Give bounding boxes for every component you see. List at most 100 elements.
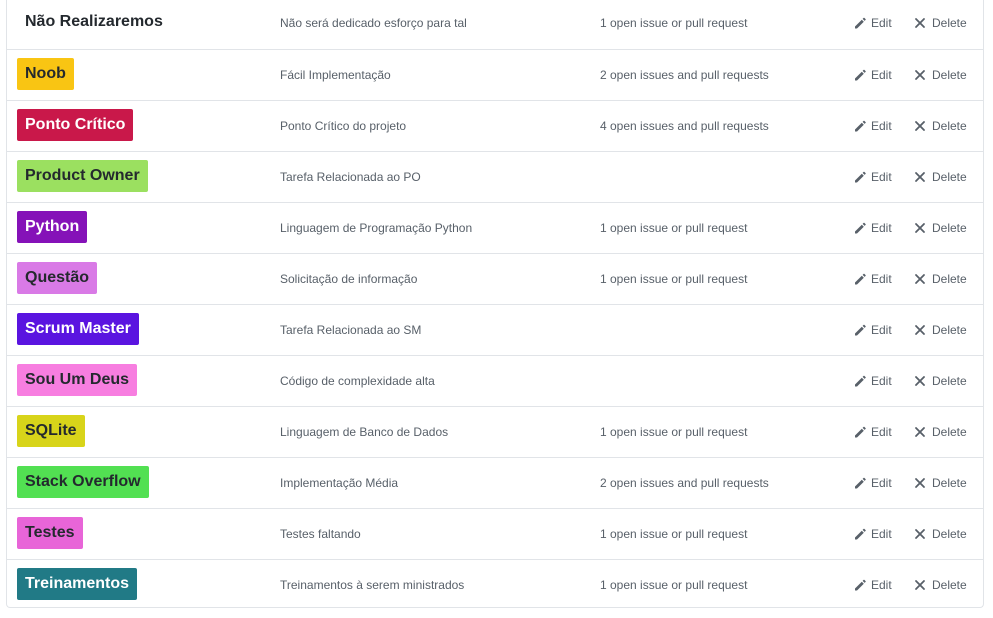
- edit-button[interactable]: Edit: [853, 372, 892, 390]
- edit-button[interactable]: Edit: [853, 474, 892, 492]
- delete-label: Delete: [932, 323, 967, 337]
- x-icon: [913, 476, 927, 490]
- delete-label: Delete: [932, 16, 967, 30]
- label-description: Tarefa Relacionada ao PO: [280, 170, 421, 184]
- delete-button[interactable]: Delete: [913, 474, 967, 492]
- label-issues-link[interactable]: 1 open issue or pull request: [600, 509, 747, 559]
- edit-button[interactable]: Edit: [853, 168, 892, 186]
- label-description: Não será dedicado esforço para tal: [280, 16, 467, 30]
- label-badge[interactable]: Sou Um Deus: [17, 364, 138, 396]
- edit-button[interactable]: Edit: [853, 117, 892, 135]
- label-issues-link[interactable]: 2 open issues and pull requests: [600, 50, 769, 100]
- edit-label: Edit: [871, 578, 892, 592]
- label-description: Treinamentos à serem ministrados: [280, 578, 465, 592]
- pencil-icon: [853, 221, 867, 235]
- label-badge[interactable]: Ponto Crítico: [17, 109, 134, 141]
- x-icon: [913, 170, 927, 184]
- x-icon: [913, 374, 927, 388]
- label-issues-link[interactable]: 1 open issue or pull request: [600, 560, 747, 610]
- pencil-icon: [853, 323, 867, 337]
- label-row: Questão Solicitação de informação 1 open…: [7, 253, 983, 304]
- edit-button[interactable]: Edit: [853, 66, 892, 84]
- delete-button[interactable]: Delete: [913, 423, 967, 441]
- label-description: Linguagem de Banco de Dados: [280, 425, 449, 439]
- delete-label: Delete: [932, 476, 967, 490]
- x-icon: [913, 16, 927, 30]
- label-row: Sou Um Deus Código de complexidade alta …: [7, 355, 983, 406]
- delete-button[interactable]: Delete: [913, 66, 967, 84]
- label-badge[interactable]: Não Realizaremos: [17, 6, 171, 38]
- delete-label: Delete: [932, 374, 967, 388]
- label-row: Product Owner Tarefa Relacionada ao PO E…: [7, 151, 983, 202]
- pencil-icon: [853, 527, 867, 541]
- delete-label: Delete: [932, 272, 967, 286]
- label-issues-link[interactable]: 1 open issue or pull request: [600, 407, 747, 457]
- pencil-icon: [853, 374, 867, 388]
- edit-label: Edit: [871, 119, 892, 133]
- x-icon: [913, 425, 927, 439]
- label-badge[interactable]: Product Owner: [17, 160, 148, 192]
- label-badge[interactable]: Questão: [17, 262, 98, 294]
- label-badge[interactable]: SQLite: [17, 415, 85, 447]
- delete-button[interactable]: Delete: [913, 117, 967, 135]
- label-description: Solicitação de informação: [280, 272, 418, 286]
- delete-label: Delete: [932, 527, 967, 541]
- edit-button[interactable]: Edit: [853, 14, 892, 32]
- pencil-icon: [853, 425, 867, 439]
- label-badge[interactable]: Scrum Master: [17, 313, 139, 345]
- edit-label: Edit: [871, 425, 892, 439]
- x-icon: [913, 68, 927, 82]
- x-icon: [913, 272, 927, 286]
- label-description: Tarefa Relacionada ao SM: [280, 323, 422, 337]
- delete-button[interactable]: Delete: [913, 525, 967, 543]
- x-icon: [913, 323, 927, 337]
- edit-label: Edit: [871, 221, 892, 235]
- label-badge[interactable]: Treinamentos: [17, 568, 138, 600]
- pencil-icon: [853, 119, 867, 133]
- delete-button[interactable]: Delete: [913, 576, 967, 594]
- edit-button[interactable]: Edit: [853, 525, 892, 543]
- delete-button[interactable]: Delete: [913, 168, 967, 186]
- label-row: Python Linguagem de Programação Python 1…: [7, 202, 983, 253]
- label-issues-link[interactable]: 1 open issue or pull request: [600, 0, 747, 48]
- label-badge[interactable]: Noob: [17, 58, 74, 90]
- delete-button[interactable]: Delete: [913, 14, 967, 32]
- delete-button[interactable]: Delete: [913, 372, 967, 390]
- label-row: Testes Testes faltando 1 open issue or p…: [7, 508, 983, 559]
- label-issues-link[interactable]: 1 open issue or pull request: [600, 203, 747, 253]
- delete-button[interactable]: Delete: [913, 270, 967, 288]
- edit-label: Edit: [871, 68, 892, 82]
- delete-label: Delete: [932, 170, 967, 184]
- edit-button[interactable]: Edit: [853, 270, 892, 288]
- label-badge[interactable]: Python: [17, 211, 88, 243]
- label-row: Noob Fácil Implementação 2 open issues a…: [7, 49, 983, 100]
- pencil-icon: [853, 476, 867, 490]
- pencil-icon: [853, 170, 867, 184]
- edit-label: Edit: [871, 272, 892, 286]
- delete-button[interactable]: Delete: [913, 321, 967, 339]
- x-icon: [913, 578, 927, 592]
- edit-button[interactable]: Edit: [853, 423, 892, 441]
- label-badge[interactable]: Stack Overflow: [17, 466, 149, 498]
- edit-label: Edit: [871, 16, 892, 30]
- delete-label: Delete: [932, 578, 967, 592]
- pencil-icon: [853, 272, 867, 286]
- edit-button[interactable]: Edit: [853, 321, 892, 339]
- label-description: Implementação Média: [280, 476, 399, 490]
- pencil-icon: [853, 578, 867, 592]
- delete-button[interactable]: Delete: [913, 219, 967, 237]
- label-description: Código de complexidade alta: [280, 374, 435, 388]
- edit-label: Edit: [871, 170, 892, 184]
- label-description: Ponto Crítico do projeto: [280, 119, 407, 133]
- labels-list: Não Realizaremos Não será dedicado esfor…: [6, 0, 984, 608]
- label-issues-link[interactable]: 4 open issues and pull requests: [600, 101, 769, 151]
- edit-button[interactable]: Edit: [853, 219, 892, 237]
- delete-label: Delete: [932, 68, 967, 82]
- x-icon: [913, 527, 927, 541]
- label-row: Treinamentos Treinamentos à serem minist…: [7, 559, 983, 610]
- edit-label: Edit: [871, 527, 892, 541]
- label-issues-link[interactable]: 1 open issue or pull request: [600, 254, 747, 304]
- label-badge[interactable]: Testes: [17, 517, 83, 549]
- label-issues-link[interactable]: 2 open issues and pull requests: [600, 458, 769, 508]
- edit-button[interactable]: Edit: [853, 576, 892, 594]
